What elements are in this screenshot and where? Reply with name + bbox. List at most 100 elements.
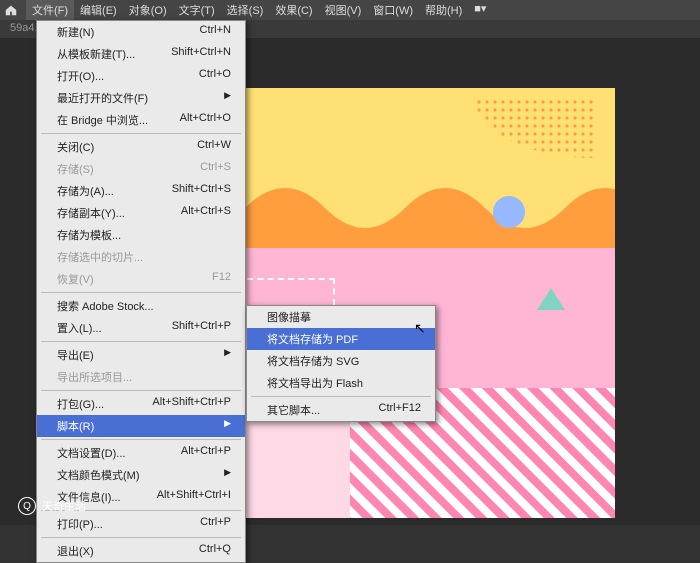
menu-item-label: 关闭(C) (57, 139, 94, 155)
file-menu-item-27[interactable]: 打印(P)... Ctrl+P (37, 513, 245, 535)
menu-shortcut: F12 (212, 271, 231, 287)
menu-8[interactable]: 帮助(H) (419, 0, 468, 20)
script-item-2[interactable]: 将文档存储为 SVG (247, 350, 435, 372)
submenu-label: 图像描摹 (267, 309, 311, 325)
file-menu-item-0[interactable]: 新建(N) Ctrl+N (37, 21, 245, 43)
submenu-label: 将文档存储为 SVG (267, 353, 359, 369)
menu-separator (41, 390, 241, 391)
menu-item-label: 恢复(V) (57, 271, 94, 287)
submenu-label: 将文档导出为 Flash (267, 375, 363, 391)
file-menu-item-7: 存储(S)Ctrl+S (37, 158, 245, 180)
submenu-arrow-icon: ▶ (224, 90, 231, 106)
file-menu-item-6[interactable]: 关闭(C) Ctrl+W (37, 136, 245, 158)
menu-item-label: 存储副本(Y)... (57, 205, 125, 221)
file-menu-item-29[interactable]: 退出(X) Ctrl+Q (37, 540, 245, 562)
menu-2[interactable]: 对象(O) (123, 0, 173, 20)
submenu-label: 其它脚本... (267, 402, 320, 418)
menu-5[interactable]: 效果(C) (269, 0, 318, 20)
watermark-text: 天奇生活 (42, 498, 86, 514)
menu-shortcut: Shift+Ctrl+S (172, 183, 231, 199)
menu-item-label: 打开(O)... (57, 68, 104, 84)
file-menu-item-17[interactable]: 导出(E) ▶ (37, 344, 245, 366)
file-menu-item-24[interactable]: 文档颜色模式(M) ▶ (37, 464, 245, 486)
triangle-shape (537, 288, 565, 310)
file-menu-item-8[interactable]: 存储为(A)... Shift+Ctrl+S (37, 180, 245, 202)
submenu-arrow-icon: ▶ (224, 347, 231, 363)
menu-shortcut: Alt+Shift+Ctrl+I (157, 489, 231, 505)
menu-separator (41, 133, 241, 134)
file-menu-item-10[interactable]: 存储为模板... (37, 224, 245, 246)
menu-item-label: 打印(P)... (57, 516, 103, 532)
file-menu-item-3[interactable]: 最近打开的文件(F) ▶ (37, 87, 245, 109)
menu-shortcut: Ctrl+W (197, 139, 231, 155)
menu-shortcut: Ctrl+S (200, 161, 231, 177)
home-icon[interactable] (4, 3, 18, 17)
file-menu-item-15[interactable]: 置入(L)... Shift+Ctrl+P (37, 317, 245, 339)
menu-7[interactable]: 窗口(W) (367, 0, 419, 20)
submenu-shortcut: Ctrl+F12 (379, 402, 422, 418)
menu-3[interactable]: 文字(T) (173, 0, 221, 20)
script-item-1[interactable]: 将文档存储为 PDF (247, 328, 435, 350)
menu-item-label: 文档设置(D)... (57, 445, 125, 461)
menu-item-label: 存储为模板... (57, 227, 121, 243)
menu-separator (41, 292, 241, 293)
file-menu-item-9[interactable]: 存储副本(Y)... Alt+Ctrl+S (37, 202, 245, 224)
submenu-label: 将文档存储为 PDF (267, 331, 358, 347)
cursor-icon: ↖ (414, 320, 426, 337)
menu-item-label: 打包(G)... (57, 396, 104, 412)
circle-shape (493, 196, 525, 228)
menu-shortcut: Alt+Ctrl+P (181, 445, 231, 461)
menu-separator (41, 341, 241, 342)
menu-separator (41, 439, 241, 440)
menu-4[interactable]: 选择(S) (221, 0, 270, 20)
file-menu-item-4[interactable]: 在 Bridge 中浏览... Alt+Ctrl+O (37, 109, 245, 131)
script-item-5[interactable]: 其它脚本... Ctrl+F12 (247, 399, 435, 421)
script-item-3[interactable]: 将文档导出为 Flash (247, 372, 435, 394)
menu-shortcut: Ctrl+Q (199, 543, 231, 559)
menu-item-label: 从模板新建(T)... (57, 46, 135, 62)
scripts-submenu: 图像描摹将文档存储为 PDF 将文档存储为 SVG 将文档导出为 Flash 其它脚本… (246, 305, 436, 422)
menu-0[interactable]: 文件(F) (26, 0, 74, 20)
menu-shortcut: Shift+Ctrl+P (172, 320, 231, 336)
menu-shortcut: Alt+Ctrl+O (180, 112, 231, 128)
file-menu-item-2[interactable]: 打开(O)... Ctrl+O (37, 65, 245, 87)
menu-item-label: 最近打开的文件(F) (57, 90, 148, 106)
file-menu-item-14[interactable]: 搜索 Adobe Stock... (37, 295, 245, 317)
file-menu-item-11: 存储选中的切片... (37, 246, 245, 268)
watermark-icon: Q (18, 497, 36, 515)
file-menu-item-1[interactable]: 从模板新建(T)... Shift+Ctrl+N (37, 43, 245, 65)
menu-item-label: 新建(N) (57, 24, 94, 40)
file-menu-item-12: 恢复(V) F12 (37, 268, 245, 290)
watermark: Q 天奇生活 (18, 497, 86, 515)
menu-1[interactable]: 编辑(E) (74, 0, 123, 20)
menu-item-label: 导出所选项目... (57, 369, 132, 385)
menu-extra[interactable]: ■▾ (468, 0, 492, 20)
menu-shortcut: Ctrl+N (200, 24, 231, 40)
menu-item-label: 在 Bridge 中浏览... (57, 112, 148, 128)
app-topbar: 文件(F)编辑(E)对象(O)文字(T)选择(S)效果(C)视图(V)窗口(W)… (0, 0, 700, 20)
menu-item-label: 导出(E) (57, 347, 94, 363)
menu-item-label: 存储选中的切片... (57, 249, 143, 265)
file-menu-item-23[interactable]: 文档设置(D)... Alt+Ctrl+P (37, 442, 245, 464)
submenu-arrow-icon: ▶ (224, 418, 231, 434)
dot-pattern (475, 98, 595, 158)
menu-shortcut: Alt+Ctrl+S (181, 205, 231, 221)
menu-shortcut: Ctrl+P (200, 516, 231, 532)
menu-6[interactable]: 视图(V) (319, 0, 368, 20)
menu-separator (41, 537, 241, 538)
menu-shortcut: Alt+Shift+Ctrl+P (152, 396, 231, 412)
menu-item-label: 存储为(A)... (57, 183, 114, 199)
menu-item-label: 搜索 Adobe Stock... (57, 298, 154, 314)
file-menu-item-20[interactable]: 打包(G)... Alt+Shift+Ctrl+P (37, 393, 245, 415)
file-menu-item-21[interactable]: 脚本(R)▶ (37, 415, 245, 437)
script-item-0[interactable]: 图像描摹 (247, 306, 435, 328)
submenu-separator (251, 396, 431, 397)
menu-shortcut: Ctrl+O (199, 68, 231, 84)
menu-item-label: 退出(X) (57, 543, 94, 559)
menu-item-label: 置入(L)... (57, 320, 102, 336)
file-menu-dropdown: 新建(N) Ctrl+N 从模板新建(T)... Shift+Ctrl+N 打开(O).… (36, 20, 246, 563)
menu-shortcut: Shift+Ctrl+N (171, 46, 231, 62)
menu-item-label: 文档颜色模式(M) (57, 467, 140, 483)
submenu-arrow-icon: ▶ (224, 467, 231, 483)
file-menu-item-18: 导出所选项目... (37, 366, 245, 388)
